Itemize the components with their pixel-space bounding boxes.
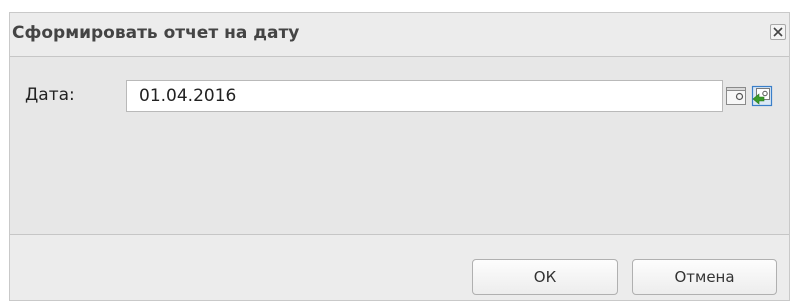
date-input[interactable] [126,80,723,112]
close-button[interactable] [770,24,786,40]
today-icon [751,85,773,107]
today-button[interactable] [750,84,774,108]
close-icon [773,27,783,37]
dialog-body: Дата: [10,56,789,235]
dialog-titlebar: Сформировать отчет на дату [10,13,789,56]
report-date-dialog: Сформировать отчет на дату Дата: 01.04.2… [9,12,790,301]
date-label: Дата: [25,85,75,105]
dialog-title: Сформировать отчет на дату [12,23,300,43]
cancel-button[interactable]: Отмена [632,259,777,295]
calendar-icon [726,87,746,105]
calendar-button[interactable] [724,84,748,108]
ok-button[interactable]: ОК [472,259,618,295]
